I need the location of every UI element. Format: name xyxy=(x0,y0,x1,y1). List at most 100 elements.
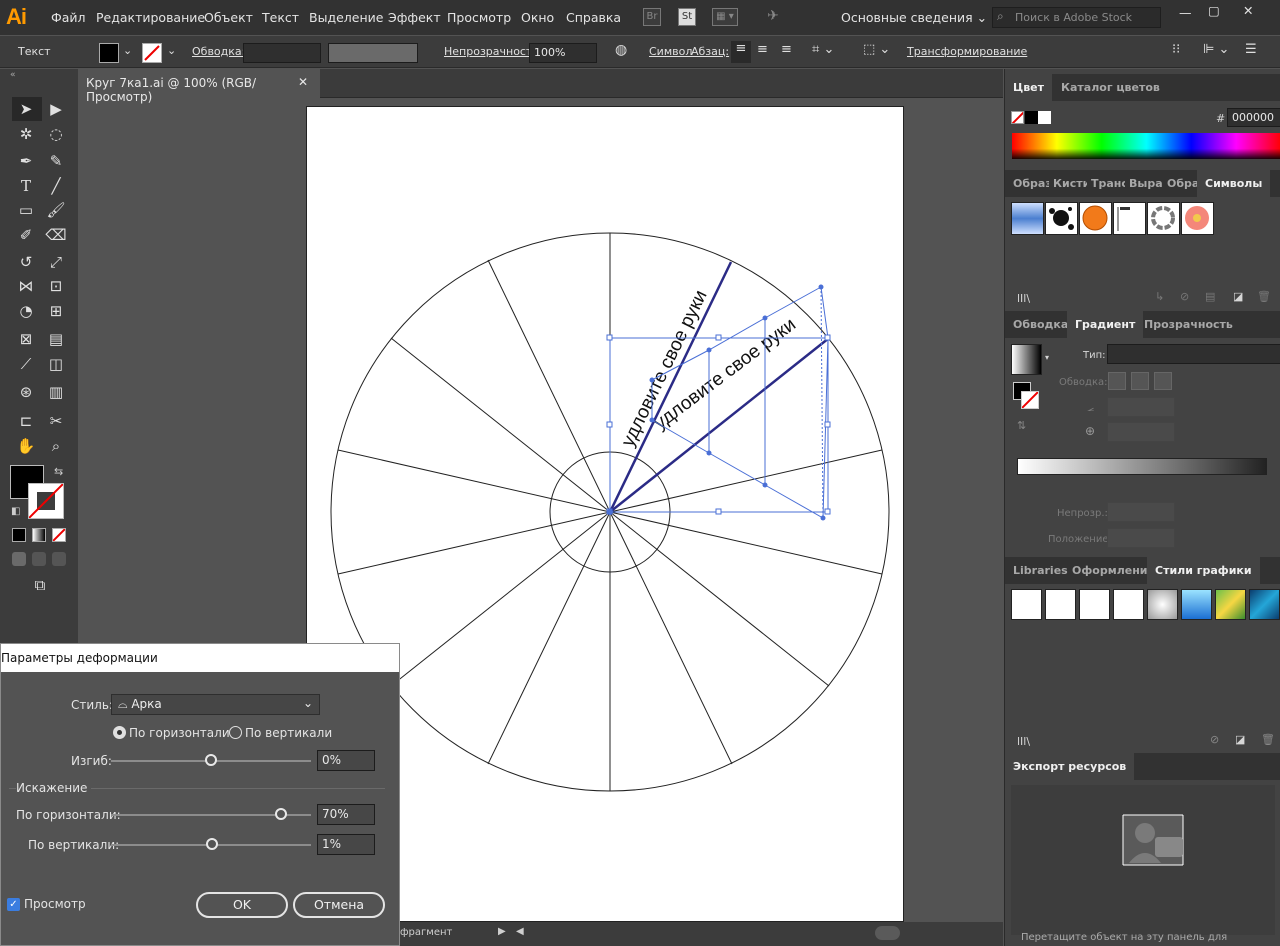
export-hint: Перетащите объект на эту панель для xyxy=(1021,932,1228,943)
export-panel-tabs: Экспорт ресурсов xyxy=(1005,753,1280,780)
gradient-reverse-icon[interactable]: ⇅ xyxy=(1017,419,1026,432)
ok-button[interactable]: OK xyxy=(196,892,288,918)
dist-h-field[interactable]: 70% xyxy=(317,804,375,825)
cancel-button[interactable]: Отмена xyxy=(293,892,385,918)
dist-h-label: По горизонтали: xyxy=(16,808,121,822)
chevron-down-icon: ⌄ xyxy=(302,696,313,710)
arrange-panel-icon[interactable]: ⁝⁝ xyxy=(1172,42,1180,57)
style-green-pattern[interactable] xyxy=(1215,589,1246,620)
white-swatch[interactable] xyxy=(1038,111,1051,124)
dist-v-field[interactable]: 1% xyxy=(317,834,375,855)
new-style-icon[interactable]: ◪ xyxy=(1235,733,1245,746)
distortion-header: Искажение xyxy=(16,781,92,795)
dist-v-slider-knob[interactable] xyxy=(206,838,218,850)
dialog-title: Параметры деформации xyxy=(1,651,158,665)
options-icon[interactable]: ⊫ ⌄ xyxy=(1203,42,1229,57)
tab-transparency[interactable]: Транс xyxy=(1083,170,1125,197)
break-link-icon[interactable]: ⊘ xyxy=(1180,290,1189,303)
gradient-stroke-label: Обводка: xyxy=(1059,377,1108,388)
tab-transparency-panel[interactable]: Прозрачность xyxy=(1136,311,1241,338)
break-style-link-icon[interactable]: ⊘ xyxy=(1210,733,1219,746)
symbol-splat[interactable] xyxy=(1045,202,1078,235)
style-default[interactable] xyxy=(1011,589,1042,620)
symbol-orange-button[interactable] xyxy=(1079,202,1112,235)
stroke-along-icon[interactable] xyxy=(1131,372,1149,390)
gradient-preview-dropdown-icon[interactable]: ▾ xyxy=(1045,353,1049,362)
gradient-angle-field[interactable] xyxy=(1107,397,1175,417)
preview-label[interactable]: Просмотр xyxy=(24,897,86,911)
gradient-panel-tabs: Обводка Градиент Прозрачность xyxy=(1005,311,1280,338)
status-tool-label: фрагмент xyxy=(400,927,453,938)
status-play-icon[interactable]: ▶ xyxy=(498,926,506,937)
tab-stroke[interactable]: Обводка xyxy=(1005,311,1076,338)
symbols-library-icon[interactable]: lIl\ xyxy=(1017,292,1030,305)
maximize-button[interactable]: ▢ xyxy=(1208,3,1220,18)
tab-swatches[interactable]: Образ xyxy=(1005,170,1049,197)
tab-color[interactable]: Цвет xyxy=(1005,74,1053,101)
aspect-ratio-icon: ⊕ xyxy=(1085,424,1096,438)
arc-style-icon: ⌓ xyxy=(118,697,128,711)
vertical-radio-label[interactable]: По вертикали xyxy=(245,726,332,740)
style-default-stroke[interactable] xyxy=(1045,589,1076,620)
gradient-stroke-icon[interactable] xyxy=(1021,391,1039,409)
delete-symbol-icon[interactable]: 🗑 xyxy=(1257,290,1271,303)
gradient-position-field[interactable] xyxy=(1107,528,1175,548)
tab-gradient[interactable]: Градиент xyxy=(1067,311,1144,338)
stroke-across-icon[interactable] xyxy=(1154,372,1172,390)
horizontal-radio-label[interactable]: По горизонтали xyxy=(129,726,230,740)
symbol-banner[interactable] xyxy=(1113,202,1146,235)
tab-brushes[interactable]: Кисти xyxy=(1045,170,1087,197)
graphic-styles-library-icon[interactable]: lIl\ xyxy=(1017,735,1030,748)
stroke-within-icon[interactable] xyxy=(1108,372,1126,390)
close-window-button[interactable]: ✕ xyxy=(1243,3,1253,18)
gradient-opacity-field[interactable] xyxy=(1107,502,1175,522)
symbols-panel-tabs: Образ Кисти Транс Выра Образ Символы xyxy=(1005,170,1280,197)
dist-h-slider-knob[interactable] xyxy=(275,808,287,820)
symbol-flower[interactable] xyxy=(1181,202,1214,235)
hex-field[interactable]: 000000 xyxy=(1227,108,1280,127)
tab-symbols[interactable]: Символы xyxy=(1197,170,1271,197)
minimize-button[interactable]: — xyxy=(1179,5,1192,20)
gradient-type-label: Тип: xyxy=(1083,350,1106,361)
tab-graphic-styles-short[interactable]: Образ xyxy=(1159,170,1201,197)
gradient-preview[interactable] xyxy=(1011,344,1042,375)
tab-color-guide[interactable]: Каталог цветов xyxy=(1053,74,1168,101)
style-dropdown[interactable]: ⌓ Арка ⌄ xyxy=(111,694,320,715)
tab-graphic-styles[interactable]: Стили графики xyxy=(1147,557,1260,584)
preview-checkbox[interactable]: ✓ xyxy=(7,898,20,911)
status-scroll-left-icon[interactable]: ◀ xyxy=(516,926,524,937)
aspect-ratio-field[interactable] xyxy=(1107,422,1175,442)
gradient-slider[interactable] xyxy=(1017,458,1267,475)
symbol-options-icon[interactable]: ▤ xyxy=(1205,290,1215,303)
symbol-ring[interactable] xyxy=(1147,202,1180,235)
symbol-blue-bar[interactable] xyxy=(1011,202,1044,235)
tab-align[interactable]: Выра xyxy=(1121,170,1163,197)
style-value: Арка xyxy=(131,697,162,711)
horizontal-scrollbar[interactable] xyxy=(875,926,900,940)
style-white-fill[interactable] xyxy=(1079,589,1110,620)
style-blue-pattern[interactable] xyxy=(1249,589,1280,620)
vertical-radio[interactable] xyxy=(229,726,242,739)
gradient-opacity-label: Непрозр.: xyxy=(1057,508,1108,519)
color-panel-tabs: Цвет Каталог цветов xyxy=(1005,74,1280,101)
style-soft-shadow[interactable] xyxy=(1147,589,1178,620)
place-symbol-icon[interactable]: ↳ xyxy=(1155,290,1164,303)
bend-slider-knob[interactable] xyxy=(205,754,217,766)
new-symbol-icon[interactable]: ◪ xyxy=(1233,290,1243,303)
black-swatch[interactable] xyxy=(1025,111,1038,124)
horizontal-radio[interactable] xyxy=(113,726,126,739)
style-no-fill[interactable] xyxy=(1113,589,1144,620)
stock-search-input[interactable]: Поиск в Adobe Stock xyxy=(992,7,1161,28)
style-blue-glow[interactable] xyxy=(1181,589,1212,620)
none-swatch[interactable] xyxy=(1011,111,1024,124)
panel-menu-icon[interactable]: ☰ xyxy=(1245,42,1257,57)
delete-style-icon[interactable]: 🗑 xyxy=(1261,733,1275,746)
right-panels: Цвет Каталог цветов # 000000 Образ Кисти… xyxy=(1004,69,1280,946)
export-drop-zone[interactable] xyxy=(1011,785,1275,935)
color-spectrum[interactable] xyxy=(1012,133,1280,159)
bend-field[interactable]: 0% xyxy=(317,750,375,771)
graphic-styles-tabs: Libraries Оформление Стили графики xyxy=(1005,557,1280,584)
gradient-angle-icon: ⦟ xyxy=(1087,400,1095,414)
tab-asset-export[interactable]: Экспорт ресурсов xyxy=(1005,753,1135,780)
gradient-type-field[interactable] xyxy=(1107,344,1280,364)
